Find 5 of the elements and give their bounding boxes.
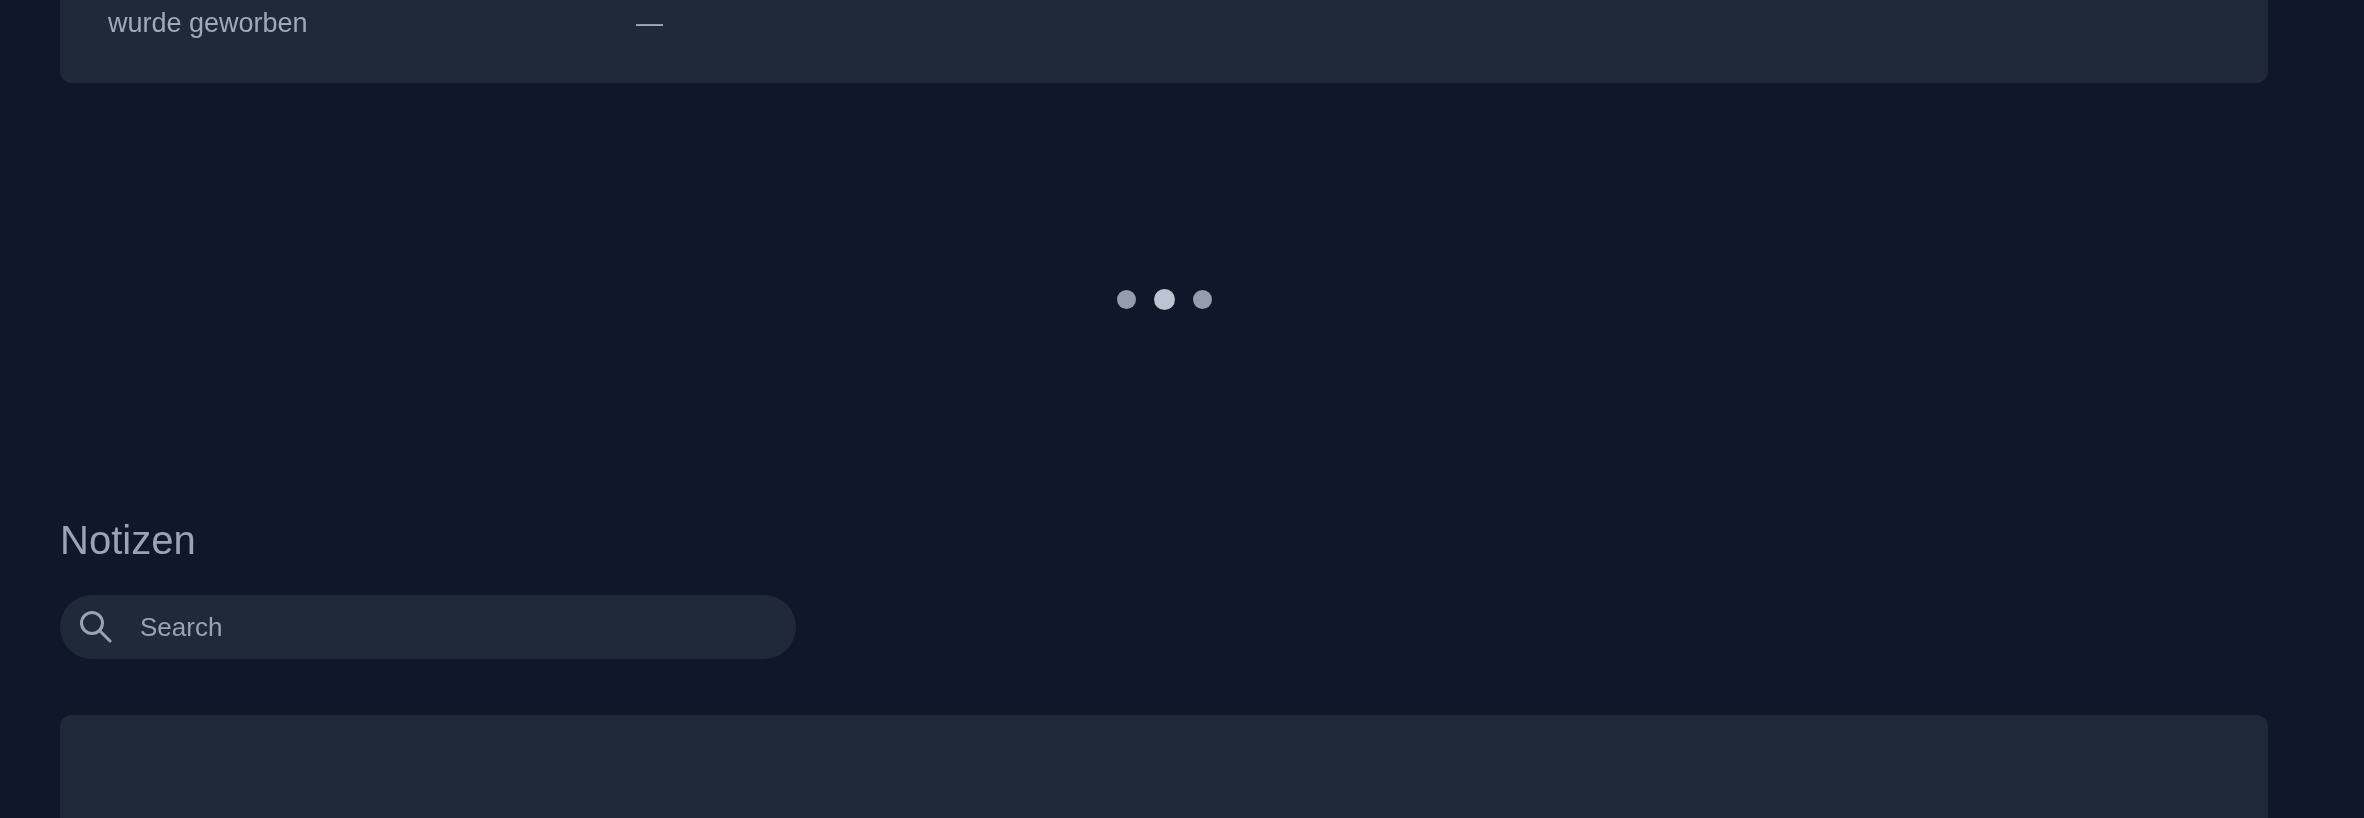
search-icon bbox=[79, 610, 112, 643]
detail-value: — bbox=[636, 7, 663, 40]
notes-heading: Notizen bbox=[60, 517, 196, 564]
search-field[interactable]: Search bbox=[60, 595, 796, 659]
detail-label: wurde geworben bbox=[108, 7, 308, 40]
